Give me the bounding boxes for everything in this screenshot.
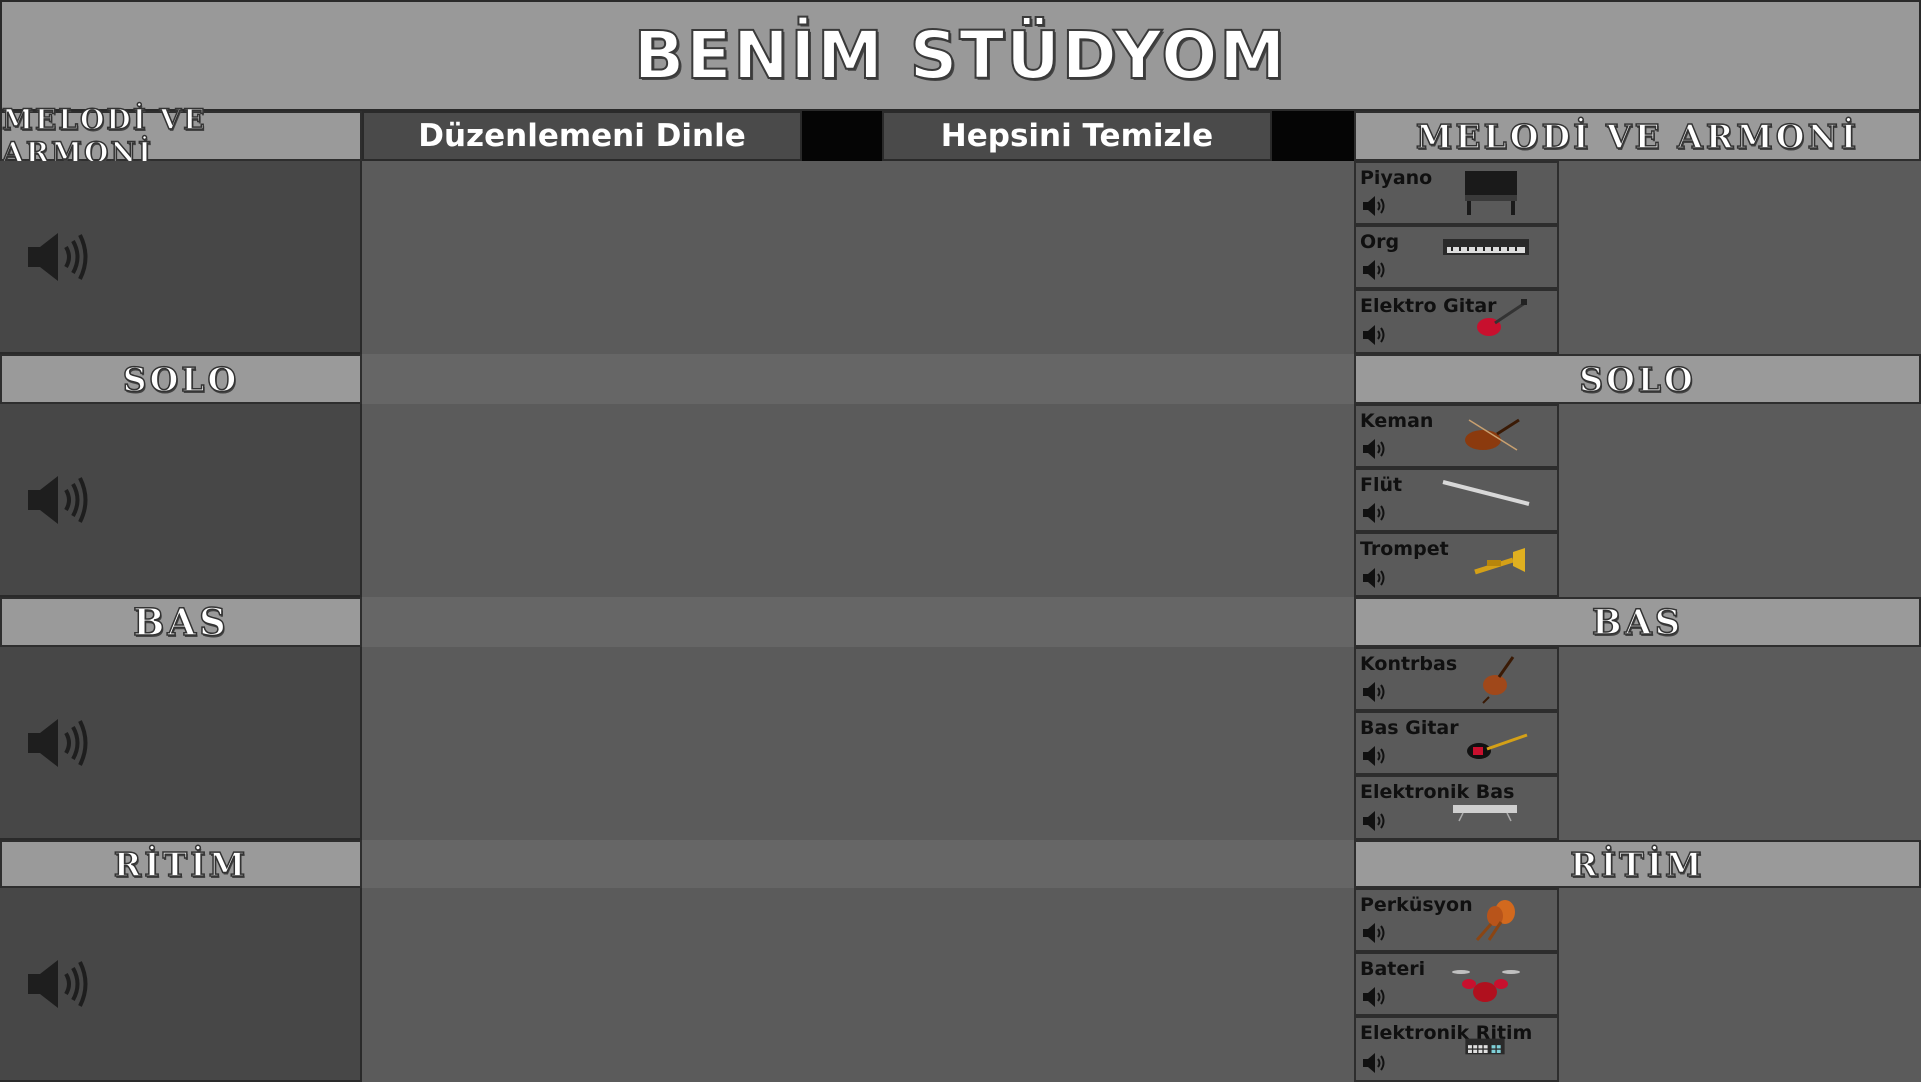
solo-right-area [1559,404,1921,597]
rhythm-right-area [1559,888,1921,1082]
solo-track-control[interactable] [0,404,362,597]
page-title: BENİM STÜDYOM [633,16,1288,95]
melody-right-area [1559,161,1921,354]
speaker-icon [28,475,88,524]
bass-right-area [1559,647,1921,840]
speaker-icon[interactable] [1362,502,1388,524]
listen-arrangement-button[interactable]: Düzenlemeni Dinle [362,111,802,161]
melody-track-lane[interactable] [362,161,1354,354]
trumpet-icon [1474,548,1525,575]
violin-icon [1465,418,1520,451]
speaker-icon[interactable] [1362,1052,1388,1074]
right-header-melody: MELODİ VE ARMONİ [1354,111,1921,161]
instrument-electronic-bass[interactable]: Elektronik Bas [1354,775,1559,840]
instrument-violin[interactable]: Keman [1354,404,1559,468]
bass-track-lane[interactable] [362,647,1354,840]
instrument-bass-guitar[interactable]: Bas Gitar [1354,711,1559,775]
speaker-icon[interactable] [1362,438,1388,460]
instrument-percussion[interactable]: Perküsyon [1354,888,1559,952]
left-header-solo: SOLO [0,354,362,404]
speaker-icon [28,232,88,281]
double-bass-icon [1482,656,1515,704]
drum-kit-icon [1452,970,1520,1002]
right-header-bass: BAS [1354,597,1921,647]
speaker-icon[interactable] [1362,745,1388,767]
toolbar-spacer-2 [1272,111,1354,161]
speaker-icon[interactable] [1362,810,1388,832]
instrument-organ[interactable]: Org [1354,225,1559,289]
instrument-piano[interactable]: Piyano [1354,161,1559,225]
instrument-drums[interactable]: Bateri [1354,952,1559,1016]
solo-divider [362,354,1354,404]
solo-track-lane[interactable] [362,404,1354,597]
speaker-icon[interactable] [1362,259,1388,281]
rhythm-track-lane[interactable] [362,888,1354,1082]
rhythm-track-control[interactable] [0,888,362,1082]
piano-icon [1465,171,1517,215]
flute-icon [1442,480,1530,506]
title-bar: BENİM STÜDYOM [0,0,1921,111]
toolbar-spacer [802,111,882,161]
bass-track-control[interactable] [0,647,362,840]
speaker-icon [28,718,88,767]
instrument-double-bass[interactable]: Kontrbas [1354,647,1559,711]
left-header-bass: BAS [0,597,362,647]
instrument-electronic-rhythm[interactable]: Elektronik Ritim [1354,1016,1559,1082]
keyboard-icon [1443,239,1529,255]
melody-track-control[interactable] [0,161,362,354]
rhythm-divider [362,840,1354,888]
speaker-icon[interactable] [1362,681,1388,703]
bass-divider [362,597,1354,647]
right-header-solo: SOLO [1354,354,1921,404]
clear-all-button[interactable]: Hepsini Temizle [882,111,1272,161]
left-header-rhythm: RİTİM [0,840,362,888]
instrument-electric-guitar[interactable]: Elektro Gitar [1354,289,1559,354]
speaker-icon[interactable] [1362,922,1388,944]
speaker-icon [28,960,88,1008]
left-header-melody: MELODİ VE ARMONİ [0,102,362,170]
speaker-icon[interactable] [1362,986,1388,1008]
electric-guitar-icon [1477,299,1527,336]
drum-machine-icon [1465,1038,1505,1055]
right-header-rhythm: RİTİM [1354,840,1921,888]
speaker-icon[interactable] [1362,195,1388,217]
bass-guitar-icon [1467,733,1528,759]
maracas-icon [1475,900,1515,941]
synth-icon [1453,805,1517,822]
instrument-flute[interactable]: Flüt [1354,468,1559,532]
instrument-trumpet[interactable]: Trompet [1354,532,1559,597]
speaker-icon[interactable] [1362,567,1388,589]
speaker-icon[interactable] [1362,324,1388,346]
